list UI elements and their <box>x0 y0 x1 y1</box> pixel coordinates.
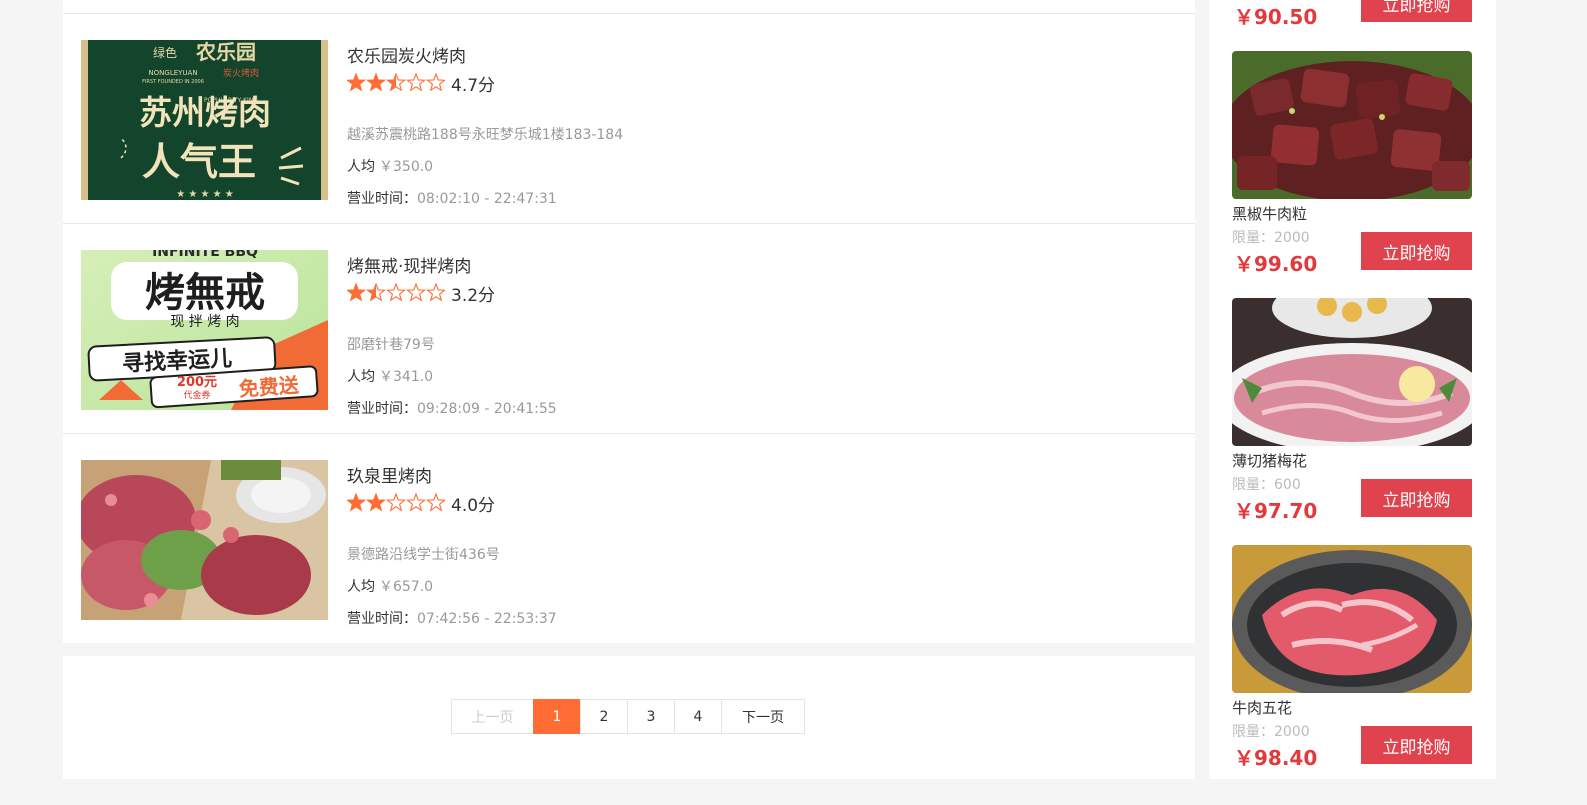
rating-score: 3.2分 <box>451 285 496 306</box>
shop-image-title: 烤無戒 <box>145 270 265 316</box>
shop-card[interactable]: INFINITE BBQ 烤無戒 现 拌 烤 肉 寻找幸运儿 200元 代金券 … <box>63 224 1195 434</box>
shop-image-stars: ★ ★ ★ ★ ★ <box>176 189 234 200</box>
average-price: 人均 ￥341.0 <box>347 366 433 386</box>
shop-address: 景德路沿线学士街436号 <box>347 547 500 563</box>
shop-name[interactable]: 玖泉里烤肉 <box>347 462 432 487</box>
page-button-2[interactable]: 2 <box>580 699 628 734</box>
flash-sale-sidebar: ￥90.50 立即抢购 黑椒牛肉粒 限量：2000 ￥99.60 立即抢购 薄切… <box>1209 0 1496 779</box>
buy-now-button[interactable]: 立即抢购 <box>1361 0 1472 22</box>
average-price-value: ￥657.0 <box>379 579 434 595</box>
rating: 3.2分 <box>347 282 496 306</box>
deal-price: ￥90.50 <box>1234 5 1318 29</box>
opening-hours: 营业时间：09:28:09 - 20:41:55 <box>347 398 557 418</box>
page-button-1[interactable]: 1 <box>533 699 581 734</box>
deal-price: ￥98.40 <box>1234 746 1318 770</box>
deal-price: ￥99.60 <box>1234 252 1318 276</box>
shop-image-brand-sub2: FIRST FOUNDED IN 2006 <box>142 79 204 85</box>
shop-image-brand: 农乐园 <box>195 40 256 64</box>
star-icon <box>385 283 407 302</box>
deal-limit: 限量：2000 <box>1232 724 1310 740</box>
shop-name[interactable]: 农乐园炭火烤肉 <box>347 42 466 67</box>
deal-image[interactable] <box>1232 298 1472 446</box>
next-page-button[interactable]: 下一页 <box>721 699 805 734</box>
shop-image[interactable]: 绿色 农乐园 NONGLEYUAN FIRST FOUNDED IN 2006 … <box>81 40 328 200</box>
shop-image-sub: 现 拌 烤 肉 <box>170 314 239 330</box>
shop-image-line1: 苏州烤肉 <box>139 93 271 132</box>
rating: 4.7分 <box>347 72 496 96</box>
buy-now-button[interactable]: 立即抢购 <box>1361 726 1472 764</box>
opening-hours-value: 08:02:10 - 22:47:31 <box>417 191 557 207</box>
rating: 4.0分 <box>347 492 496 516</box>
shop-image-brand-sub: NONGLEYUAN <box>148 69 197 77</box>
deal-name[interactable]: 薄切猪梅花 <box>1232 450 1307 471</box>
star-icon <box>425 493 445 512</box>
deal-card[interactable]: 黑椒牛肉粒 限量：2000 ￥99.60 立即抢购 <box>1232 51 1472 281</box>
opening-hours-value: 09:28:09 - 20:41:55 <box>417 401 557 417</box>
shop-address: 邵磨针巷79号 <box>347 337 435 353</box>
deal-name[interactable]: 黑椒牛肉粒 <box>1232 203 1307 224</box>
shop-address: 越溪苏震桃路188号永旺梦乐城1楼183-184 <box>347 127 624 143</box>
star-icon <box>405 493 427 512</box>
rating-stars <box>347 73 445 92</box>
deal-card[interactable]: 薄切猪梅花 限量：600 ￥97.70 立即抢购 <box>1232 298 1472 528</box>
average-price-label: 人均 <box>347 159 375 175</box>
star-icon <box>405 283 427 302</box>
deal-card[interactable]: 牛肉五花 限量：2000 ￥98.40 立即抢购 <box>1232 545 1472 775</box>
average-price: 人均 ￥657.0 <box>347 576 433 596</box>
pagination-panel: 上一页 1 2 3 4 下一页 <box>63 656 1195 779</box>
average-price-label: 人均 <box>347 369 375 385</box>
rating-score: 4.7分 <box>451 75 496 96</box>
star-icon <box>425 283 445 302</box>
page-button-4[interactable]: 4 <box>674 699 722 734</box>
shop-image[interactable] <box>81 460 328 620</box>
opening-hours: 营业时间：08:02:10 - 22:47:31 <box>347 188 557 208</box>
deal-image[interactable] <box>1232 545 1472 693</box>
shop-image-badge: 绿色 <box>153 45 177 60</box>
rating-stars <box>347 283 445 302</box>
average-price-label: 人均 <box>347 579 375 595</box>
opening-hours-label: 营业时间： <box>347 191 417 207</box>
opening-hours-label: 营业时间： <box>347 401 417 417</box>
shop-image-line2: 人气王 <box>142 140 256 184</box>
shop-image-amount: 200元 <box>177 375 217 390</box>
shop-card[interactable]: 玖泉里烤肉 4.0分 景德路沿线学士街436号 人均 ￥657.0 营业时间：07… <box>63 434 1195 644</box>
average-price: 人均 ￥350.0 <box>347 156 433 176</box>
deal-limit: 限量：600 <box>1232 477 1301 493</box>
shop-name[interactable]: 烤無戒·现拌烤肉 <box>347 252 471 277</box>
deal-price: ￥97.70 <box>1234 499 1318 523</box>
page-button-3[interactable]: 3 <box>627 699 675 734</box>
deal-image[interactable] <box>1232 51 1472 199</box>
star-icon <box>405 73 427 92</box>
buy-now-button[interactable]: 立即抢购 <box>1361 232 1472 270</box>
shop-card[interactable]: 绿色 农乐园 NONGLEYUAN FIRST FOUNDED IN 2006 … <box>63 14 1195 224</box>
buy-now-button[interactable]: 立即抢购 <box>1361 479 1472 517</box>
deal-name[interactable]: 牛肉五花 <box>1232 697 1292 718</box>
rating-score: 4.0分 <box>451 495 496 516</box>
star-icon <box>425 73 445 92</box>
average-price-value: ￥350.0 <box>379 159 434 175</box>
opening-hours-value: 07:42:56 - 22:53:37 <box>417 611 557 627</box>
shop-list: 绿色 农乐园 NONGLEYUAN FIRST FOUNDED IN 2006 … <box>63 0 1195 643</box>
average-price-value: ￥341.0 <box>379 369 434 385</box>
prev-page-button[interactable]: 上一页 <box>451 699 534 734</box>
shop-image-top: INFINITE BBQ <box>152 250 258 260</box>
shop-image-tag: 炭火烤肉 <box>223 67 259 79</box>
opening-hours-label: 营业时间： <box>347 611 417 627</box>
shop-image-coupon: 代金券 <box>183 389 210 401</box>
rating-stars <box>347 493 445 512</box>
star-icon <box>385 493 407 512</box>
shop-image-free: 免费送 <box>238 373 301 401</box>
deal-limit: 限量：2000 <box>1232 230 1310 246</box>
shop-image[interactable]: INFINITE BBQ 烤無戒 现 拌 烤 肉 寻找幸运儿 200元 代金券 … <box>81 250 328 410</box>
pagination: 上一页 1 2 3 4 下一页 <box>451 699 805 734</box>
opening-hours: 营业时间：07:42:56 - 22:53:37 <box>347 608 557 628</box>
